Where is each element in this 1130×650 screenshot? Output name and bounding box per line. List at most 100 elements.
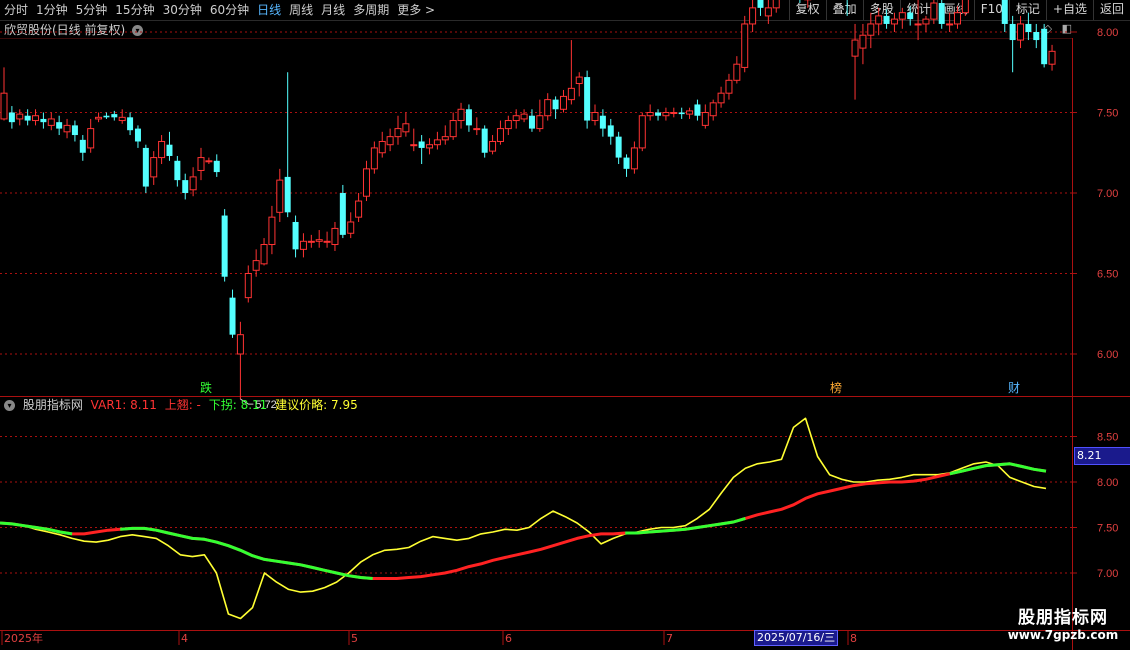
candle-body xyxy=(142,147,149,187)
candle-body xyxy=(284,176,291,213)
watermark-title: 股朋指标网 xyxy=(1018,608,1108,628)
candle-body xyxy=(378,140,386,154)
candle-body xyxy=(331,227,339,246)
candle-body xyxy=(607,125,614,137)
candle-body xyxy=(953,12,961,25)
candle-body xyxy=(1048,50,1056,65)
candle-body xyxy=(457,108,465,122)
candle-body xyxy=(701,112,709,126)
candle-body xyxy=(615,136,622,158)
price-axis-label: 6.00 xyxy=(1097,349,1118,361)
event-marker: 跌 xyxy=(200,380,212,395)
candle-body xyxy=(552,99,559,110)
candle-body xyxy=(127,117,134,131)
price-axis-label: 6.50 xyxy=(1097,269,1118,281)
candle-body xyxy=(47,118,55,126)
candle-body xyxy=(8,112,15,123)
watermark-url: www.7gpzb.com xyxy=(1007,628,1119,642)
candle-body xyxy=(252,260,260,271)
candle-body xyxy=(670,112,678,114)
candle-body xyxy=(875,15,883,25)
candle-body xyxy=(512,115,520,122)
candle-body xyxy=(394,128,402,138)
candle-body xyxy=(299,240,307,250)
candle-body xyxy=(584,77,591,121)
candle-body xyxy=(473,128,481,131)
candle-body xyxy=(150,157,158,178)
time-axis-label: 7 xyxy=(666,632,673,645)
candle-body xyxy=(63,124,71,133)
candle-body xyxy=(111,114,118,118)
candle-body xyxy=(174,160,181,181)
candle-body xyxy=(725,79,733,94)
time-axis-label: 6 xyxy=(505,632,512,645)
up-label: 上翘: - xyxy=(164,398,201,412)
candle-body xyxy=(567,87,575,101)
candle-body xyxy=(386,136,394,146)
candle-body xyxy=(71,125,78,136)
candle-body xyxy=(79,139,86,153)
candle-body xyxy=(907,12,914,20)
candle-body xyxy=(575,76,583,85)
candle-body xyxy=(481,128,488,153)
candle-body xyxy=(276,179,284,213)
candle-body xyxy=(859,34,867,49)
candle-body xyxy=(961,0,969,14)
candle-body xyxy=(449,120,457,138)
time-axis-label: 8 xyxy=(850,632,857,645)
candle-body xyxy=(56,122,63,129)
candle-body xyxy=(930,2,938,20)
candle-body xyxy=(938,3,945,24)
event-marker: 榜 xyxy=(830,380,842,395)
candle-body xyxy=(24,115,31,121)
candle-body xyxy=(95,116,103,120)
candle-body xyxy=(441,136,449,141)
candle-body xyxy=(757,0,764,8)
indicator-axis-label: 8.50 xyxy=(1097,432,1118,444)
candle-body xyxy=(717,92,725,104)
price-axis-label: 8.00 xyxy=(1097,27,1118,39)
candle-body xyxy=(536,115,544,130)
candle-body xyxy=(465,109,472,126)
candle-body xyxy=(890,18,898,25)
candle-body xyxy=(182,180,189,193)
candle-body xyxy=(662,112,670,117)
candle-body xyxy=(655,112,662,116)
candle-body xyxy=(418,141,425,148)
candle-body xyxy=(489,140,497,152)
indicator-axis-label: 7.00 xyxy=(1097,568,1118,580)
candle-body xyxy=(268,216,276,246)
var1-line xyxy=(0,462,1047,580)
price-axis-label: 7.00 xyxy=(1097,188,1118,200)
candle-body xyxy=(103,115,110,118)
candle-body xyxy=(118,116,126,122)
candle-body xyxy=(16,113,24,120)
candle-body xyxy=(221,215,228,277)
candle-body xyxy=(307,240,315,243)
chevron-down-icon[interactable]: ▾ xyxy=(4,400,15,411)
candle-body xyxy=(339,193,346,235)
candle-body xyxy=(260,244,268,265)
candle-body xyxy=(189,176,197,191)
candle-body xyxy=(898,12,906,20)
candle-body xyxy=(544,99,552,117)
indicator-name: 股朋指标网 xyxy=(22,398,83,412)
var1-down-segment xyxy=(0,521,73,536)
candle-body xyxy=(623,157,630,169)
candle-body xyxy=(914,23,922,26)
kline-chart[interactable]: 9.509.008.508.007.507.006.506.008.508.00… xyxy=(0,0,1130,650)
candle-body xyxy=(426,144,434,149)
indicator-axis-label: 8.00 xyxy=(1097,477,1118,489)
candle-body xyxy=(402,123,410,133)
watermark: 股朋指标网 www.7gpzb.com xyxy=(1004,603,1122,642)
candle-body xyxy=(709,102,717,117)
candle-body xyxy=(433,139,441,146)
candle-body xyxy=(678,112,685,115)
candle-body xyxy=(229,297,236,335)
candle-body xyxy=(883,15,890,24)
advice-label: 建议价略: 7.95 xyxy=(275,398,358,412)
cursor-date: 2025/07/16/三 xyxy=(754,630,839,646)
candle-body xyxy=(32,115,40,122)
candle-body xyxy=(292,221,299,250)
candle-body xyxy=(741,23,749,68)
